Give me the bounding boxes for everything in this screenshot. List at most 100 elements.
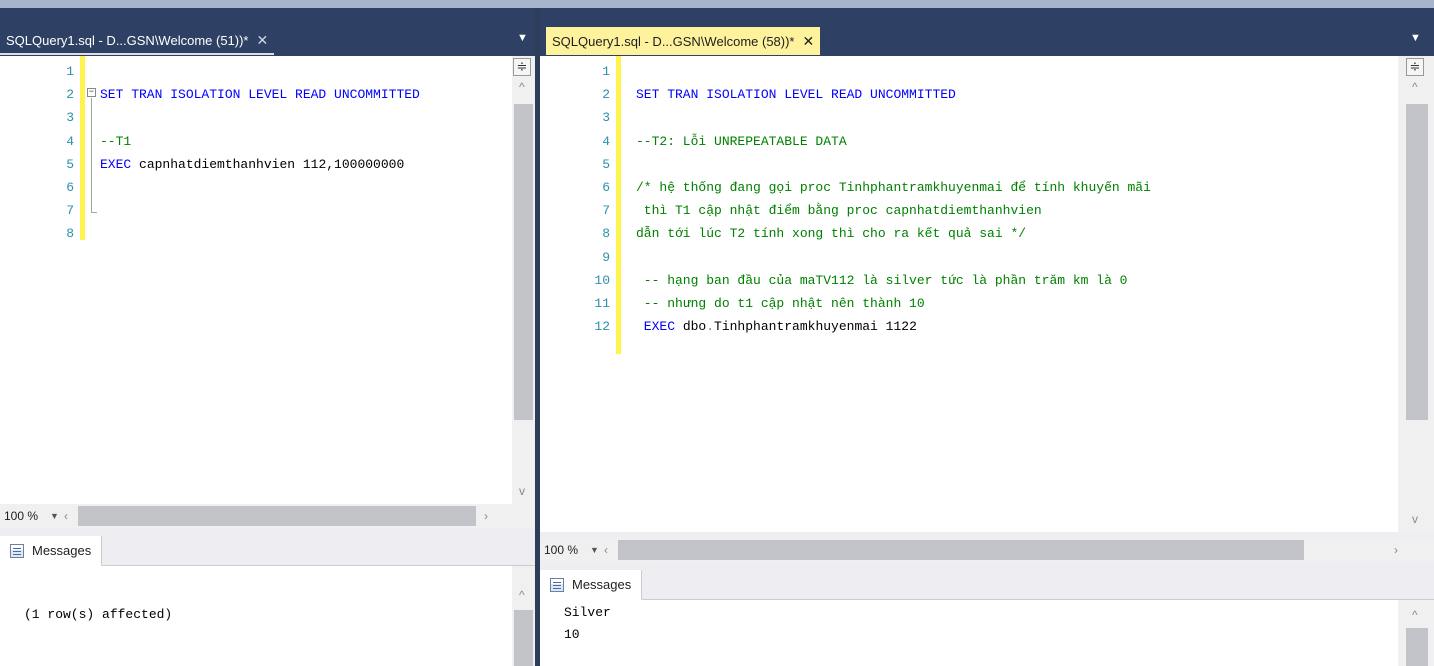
- line-number: 8: [66, 226, 74, 242]
- tab-list-dropdown-icon[interactable]: ▼: [1410, 32, 1421, 44]
- line-number: 6: [602, 179, 610, 195]
- messages-icon: [10, 543, 24, 558]
- code-line[interactable]: EXEC capnhatdiemthanhvien 112,100000000: [100, 153, 420, 176]
- close-icon[interactable]: ✕: [257, 33, 269, 47]
- messages-text[interactable]: Silver 10: [564, 602, 611, 646]
- line-number-gutter: 1 2 3 4 5 6 7 8 9 10 11 12: [540, 60, 610, 338]
- code-line[interactable]: [636, 106, 1151, 129]
- code-line[interactable]: --T1: [100, 130, 420, 153]
- results-vertical-scrollbar[interactable]: ^: [1398, 600, 1434, 666]
- code-line[interactable]: -- hạng ban đầu của maTV112 là silver tứ…: [636, 269, 1151, 292]
- line-number: 3: [602, 110, 610, 126]
- scroll-up-icon[interactable]: ^: [519, 80, 525, 94]
- code-line[interactable]: thì T1 cập nhật điểm bằng proc capnhatdi…: [636, 199, 1151, 222]
- code-line[interactable]: dẫn tới lúc T2 tính xong thì cho ra kết …: [636, 222, 1151, 245]
- horizontal-scroll-thumb[interactable]: [78, 506, 476, 526]
- results-pane: Messages (1 row(s) affected) ^: [0, 536, 535, 666]
- vertical-scrollbar[interactable]: ≑ ^ v: [512, 56, 535, 504]
- sql-token: dbo: [682, 319, 707, 335]
- fold-guide-end: [91, 212, 97, 213]
- line-number: 8: [602, 226, 610, 242]
- scroll-up-icon[interactable]: ^: [519, 588, 525, 602]
- scroll-right-icon[interactable]: ›: [1394, 543, 1398, 557]
- sql-keyword: SET TRAN ISOLATION LEVEL READ UNCOMMITTE…: [100, 87, 420, 103]
- code-line[interactable]: [636, 246, 1151, 269]
- tab-messages-label: Messages: [572, 577, 632, 592]
- results-tab-bar: [540, 570, 1434, 600]
- tab-messages[interactable]: Messages: [0, 536, 103, 566]
- split-window-button[interactable]: ≑: [1406, 58, 1424, 76]
- scroll-left-icon[interactable]: ‹: [64, 509, 78, 523]
- scroll-right-icon[interactable]: ›: [484, 509, 488, 523]
- vertical-scrollbar[interactable]: ≑ ^ v: [1398, 56, 1434, 532]
- line-number: 2: [66, 87, 74, 103]
- scroll-up-icon[interactable]: ^: [1412, 80, 1418, 94]
- code-line[interactable]: [100, 176, 420, 199]
- tab-title: SQLQuery1.sql - D...GSN\Welcome (58))*: [552, 33, 795, 49]
- sql-editor[interactable]: 1 2 3 4 5 6 7 8 − SET TRAN ISOLATION LEVEL READ…: [0, 56, 512, 504]
- horizontal-scroll-thumb[interactable]: [618, 540, 1304, 560]
- tab-query-58[interactable]: SQLQuery1.sql - D...GSN\Welcome (58))* ✕: [546, 27, 821, 55]
- query-pane-right: SQLQuery1.sql - D...GSN\Welcome (58))* ✕…: [540, 8, 1434, 666]
- zoom-dropdown-icon[interactable]: ▼: [50, 511, 64, 521]
- code-line[interactable]: --T2: Lỗi UNREPEATABLE DATA: [636, 130, 1151, 153]
- message-line: 10: [564, 627, 580, 642]
- code-line[interactable]: EXEC dbo.Tinhphantramkhuyenmai 1122: [636, 315, 1151, 338]
- window-top-border: [0, 0, 1434, 8]
- message-line: Silver: [564, 605, 611, 620]
- code-line[interactable]: SET TRAN ISOLATION LEVEL READ UNCOMMITTE…: [636, 83, 1151, 106]
- message-line: (1 row(s) affected): [24, 607, 173, 622]
- code-line[interactable]: /* hệ thống đang gọi proc Tinhphantramkh…: [636, 176, 1151, 199]
- sql-comment: dẫn tới lúc T2 tính xong thì cho ra kết …: [636, 226, 1027, 242]
- messages-text[interactable]: (1 row(s) affected): [24, 604, 172, 626]
- sql-comment: --T1: [100, 133, 132, 149]
- scroll-left-icon[interactable]: ‹: [604, 543, 618, 557]
- line-number: 5: [66, 156, 74, 172]
- tab-messages[interactable]: Messages: [540, 570, 643, 600]
- fold-guide-line: [91, 98, 92, 213]
- sql-comment: -- hạng ban đầu của maTV112 là silver tứ…: [636, 272, 1128, 288]
- results-scroll-thumb[interactable]: [514, 610, 533, 666]
- sql-token: .: [706, 319, 715, 335]
- scroll-down-icon[interactable]: v: [1412, 512, 1418, 526]
- line-number: 7: [66, 203, 74, 219]
- zoom-level[interactable]: 100 %: [0, 509, 50, 523]
- line-number: 5: [602, 156, 610, 172]
- line-number: 1: [602, 64, 610, 79]
- code-line[interactable]: [100, 199, 420, 222]
- messages-icon: [550, 577, 564, 592]
- code-line[interactable]: SET TRAN ISOLATION LEVEL READ UNCOMMITTE…: [100, 83, 420, 106]
- code-line[interactable]: [636, 60, 1151, 83]
- code-line[interactable]: [636, 153, 1151, 176]
- editor-status-bar: 100 % ▼ ‹ ›: [540, 538, 1434, 562]
- code-area[interactable]: SET TRAN ISOLATION LEVEL READ UNCOMMITTE…: [100, 60, 420, 246]
- tab-list-dropdown-icon[interactable]: ▼: [517, 32, 528, 44]
- line-number: 3: [66, 110, 74, 126]
- sql-token: capnhatdiemthanhvien 112,100000000: [139, 156, 405, 172]
- code-line[interactable]: [100, 60, 420, 83]
- code-line[interactable]: [100, 222, 420, 245]
- line-number: 10: [594, 272, 610, 288]
- code-line[interactable]: -- nhưng do t1 cập nhật nên thành 10: [636, 292, 1151, 315]
- close-icon[interactable]: ✕: [803, 34, 815, 48]
- line-number: 4: [66, 133, 74, 149]
- sql-editor[interactable]: 1 2 3 4 5 6 7 8 9 10 11 12 SET TRAN ISOLATION LEVEL…: [540, 56, 1398, 532]
- vertical-scroll-thumb[interactable]: [514, 104, 533, 420]
- query-pane-left: SQLQuery1.sql - D...GSN\Welcome (51))* ✕…: [0, 8, 535, 666]
- code-area[interactable]: SET TRAN ISOLATION LEVEL READ UNCOMMITTE…: [636, 60, 1151, 338]
- change-tracking-bar: [616, 56, 621, 354]
- fold-collapse-icon[interactable]: −: [87, 88, 96, 97]
- results-vertical-scrollbar[interactable]: ^: [512, 566, 535, 666]
- line-number: 9: [602, 249, 610, 265]
- split-window-button[interactable]: ≑: [513, 58, 531, 76]
- zoom-dropdown-icon[interactable]: ▼: [590, 545, 604, 555]
- tab-query-51[interactable]: SQLQuery1.sql - D...GSN\Welcome (51))* ✕: [0, 27, 275, 55]
- results-scroll-thumb[interactable]: [1406, 628, 1428, 666]
- code-line[interactable]: [100, 106, 420, 129]
- scroll-down-icon[interactable]: v: [519, 484, 525, 498]
- zoom-level[interactable]: 100 %: [540, 543, 590, 557]
- sql-comment: --T2: Lỗi UNREPEATABLE DATA: [636, 133, 847, 149]
- line-number: 1: [66, 64, 74, 79]
- scroll-up-icon[interactable]: ^: [1412, 608, 1418, 622]
- vertical-scroll-thumb[interactable]: [1406, 104, 1428, 420]
